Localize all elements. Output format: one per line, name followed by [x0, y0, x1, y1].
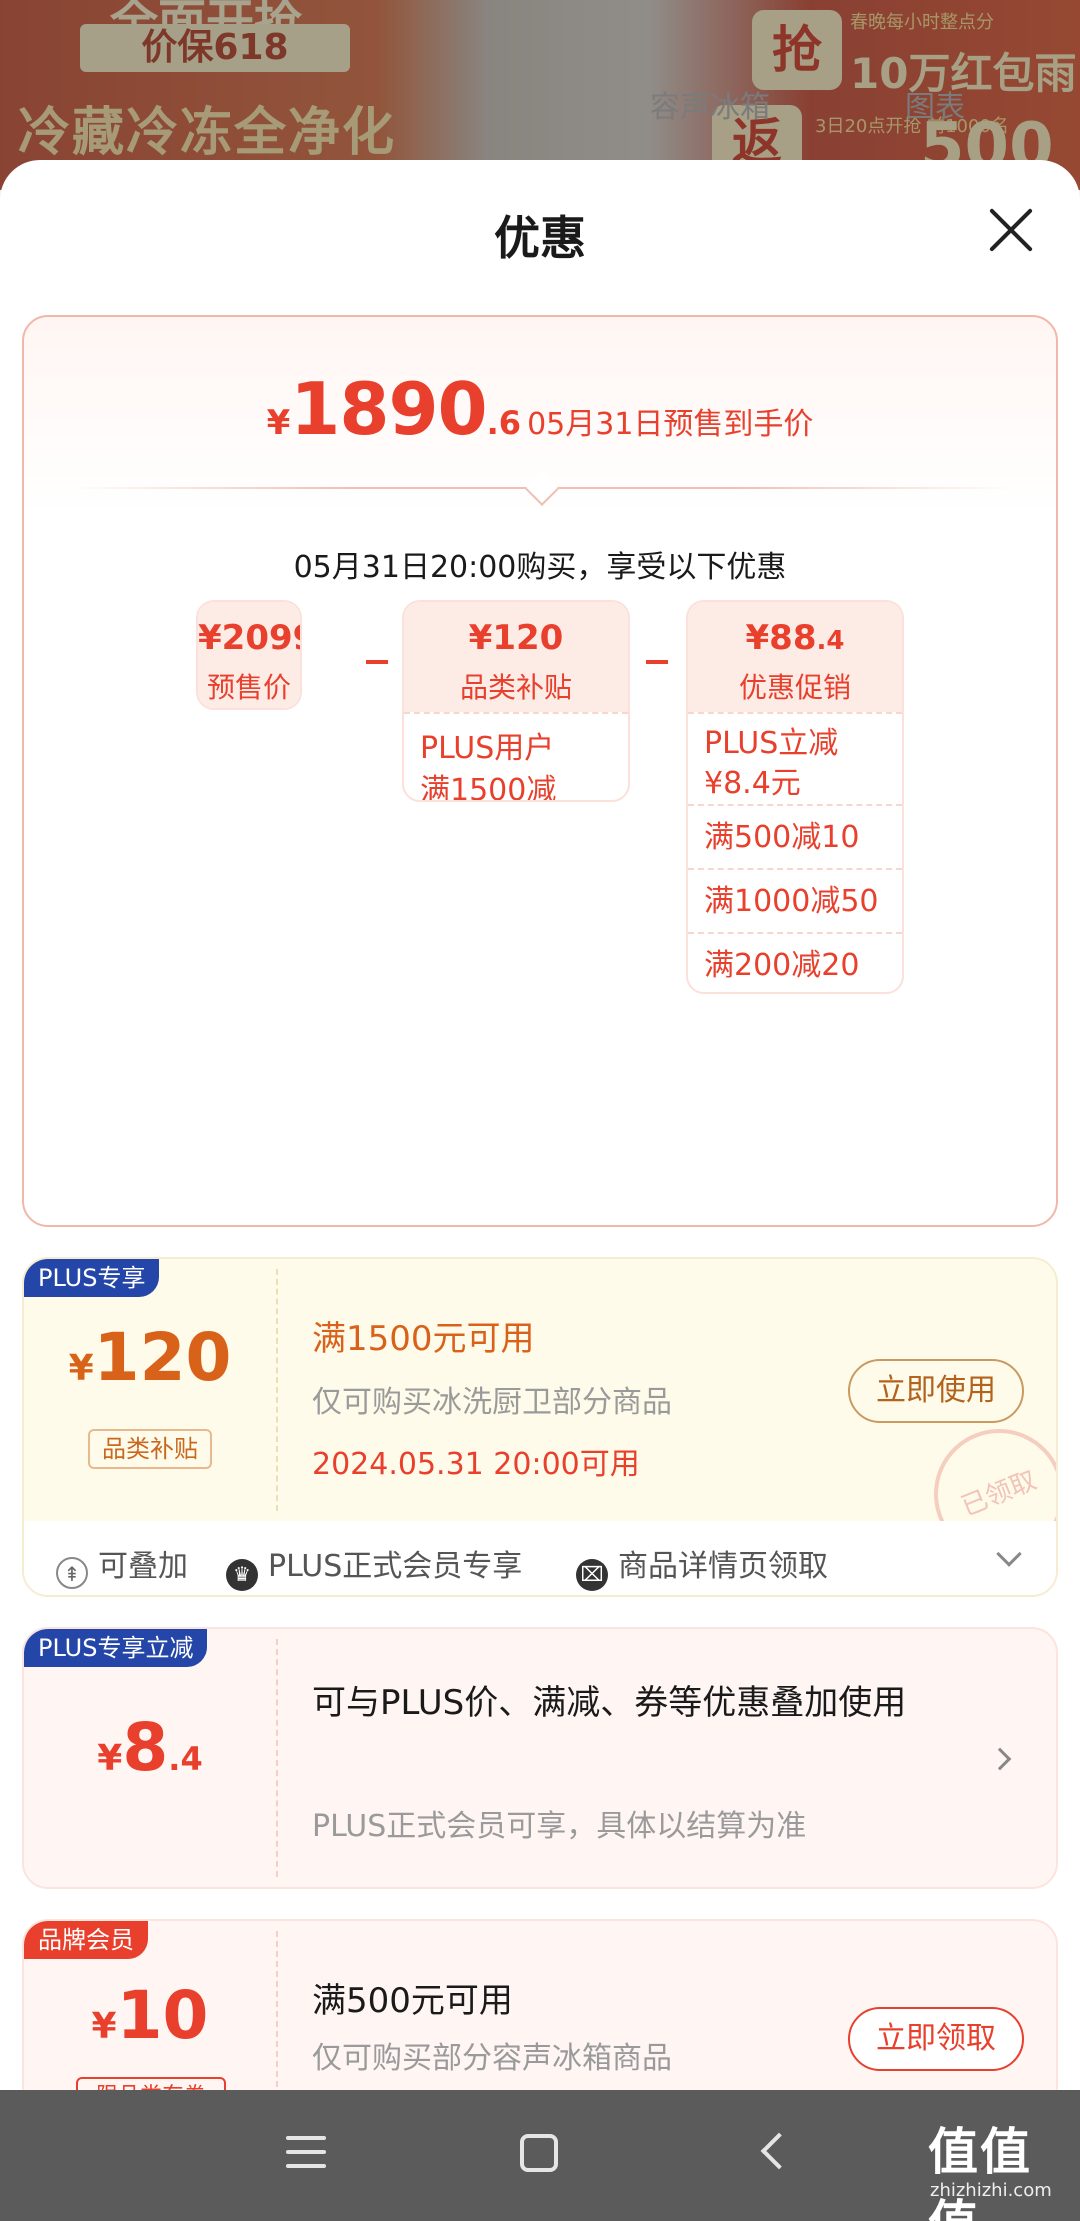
- coupon-title: 满500元可用: [312, 1981, 513, 2021]
- coupon-tag: 品牌会员: [24, 1921, 148, 1959]
- feature-label: 商品详情页领取: [618, 1549, 828, 1584]
- promotion-rule: PLUS立减 ¥8.4元: [688, 712, 902, 804]
- promotion-rule: 满1000减50: [688, 868, 902, 932]
- coupon-value: ¥120: [24, 1319, 276, 1396]
- close-icon[interactable]: [985, 205, 1035, 255]
- feature-plus-member: ♛ PLUS正式会员专享: [226, 1541, 522, 1591]
- minus-sign: [646, 660, 668, 664]
- presale-price-label: 预售价: [206, 671, 291, 704]
- feature-stackable: ⇞ 可叠加: [56, 1541, 188, 1589]
- tab-chart[interactable]: 图表: [905, 82, 965, 126]
- coupon-amount-decimal: .4: [168, 1740, 203, 1778]
- promotion-amount-int: ¥88: [745, 618, 817, 658]
- watermark-url: zhizhizhi.com: [930, 2180, 1052, 2201]
- feature-label: PLUS正式会员专享: [268, 1549, 523, 1584]
- coupon-amount: 10: [116, 1977, 209, 2054]
- category-subsidy-label: 品类补贴: [459, 671, 572, 704]
- category-subsidy-box: ¥120 品类补贴 PLUS用户 满1500减120: [402, 600, 630, 802]
- chevron-down-icon[interactable]: [996, 1541, 1022, 1567]
- presale-price-amount: ¥2099: [198, 618, 300, 658]
- presale-price-box: ¥2099 预售价: [196, 600, 302, 710]
- coupon-separator: [276, 1639, 278, 1877]
- coupon-title: 可与PLUS价、满减、券等优惠叠加使用: [312, 1683, 907, 1723]
- final-price: ¥1890.6 05月31日预售到手价: [24, 367, 1056, 451]
- coupon-currency: ¥: [68, 1348, 94, 1389]
- tab-brand[interactable]: 容声冰箱: [650, 82, 770, 126]
- sheet-title: 优惠: [494, 211, 586, 265]
- system-nav-bar: 值值值 zhizhizhi.com: [0, 2090, 1080, 2221]
- coupon-card-brand-member: 品牌会员 ¥10 限品类东券 满500元可用 仅可购买部分容声冰箱商品 立即领取: [22, 1919, 1058, 2090]
- watermark-logo: 值值值: [928, 2123, 1032, 2221]
- coupon-card-plus: PLUS专享 ¥120 品类补贴 满1500元可用 仅可购买冰洗厨卫部分商品 2…: [22, 1257, 1058, 1597]
- promotion-rule: 满500减10: [688, 804, 902, 868]
- discount-sheet: 优惠 ¥1890.6 05月31日预售到手价 05月31日20:00购买，享受以下…: [0, 160, 1080, 2090]
- promotion-amount-dec: .4: [816, 626, 845, 656]
- price-integer: 1890: [290, 367, 487, 451]
- category-badge: 品类补贴: [88, 1429, 212, 1469]
- feature-detail-page: ⌧ 商品详情页领取: [576, 1541, 828, 1591]
- promotion-amount: ¥88.4: [688, 602, 902, 658]
- coupon-value: ¥8.4: [24, 1709, 276, 1786]
- coupon-separator: [276, 1931, 278, 2090]
- stack-icon: ⇞: [56, 1557, 88, 1589]
- price-description: 05月31日预售到手价: [527, 407, 814, 442]
- coupon-tag: PLUS专享立减: [24, 1629, 208, 1667]
- menu-icon[interactable]: [286, 2136, 326, 2170]
- coupon-value: ¥10: [24, 1977, 276, 2054]
- price-decimal: .6: [486, 404, 522, 442]
- coupon-card-plus-instant[interactable]: PLUS专享立减 ¥8.4 可与PLUS价、满减、券等优惠叠加使用 PLUS正式…: [22, 1627, 1058, 1889]
- divider-notch: [525, 472, 559, 506]
- back-icon[interactable]: [760, 2132, 798, 2170]
- coupon-tag: PLUS专享: [24, 1259, 160, 1297]
- coupon-title: 满1500元可用: [312, 1319, 535, 1359]
- crown-icon: ♛: [226, 1559, 258, 1591]
- ticket-icon: ⌧: [576, 1559, 608, 1591]
- feature-label: 可叠加: [98, 1549, 188, 1584]
- coupon-amount: 8: [122, 1709, 169, 1786]
- minus-sign: [366, 660, 388, 664]
- claim-now-button[interactable]: 立即领取: [848, 2007, 1024, 2071]
- coupon-currency: ¥: [97, 1738, 123, 1779]
- chevron-right-icon[interactable]: [988, 1747, 1012, 1771]
- price-currency: ¥: [266, 403, 291, 443]
- buy-note: 05月31日20:00购买，享受以下优惠: [293, 550, 787, 585]
- coupon-amount: 120: [93, 1319, 232, 1396]
- promotion-label: 优惠促销: [738, 671, 851, 704]
- coupon-limit-badge: 限品类东券: [76, 2077, 226, 2090]
- coupon-separator: [276, 1269, 278, 1511]
- promotion-box: ¥88.4 优惠促销 PLUS立减 ¥8.4元 满500减10 满1000减50…: [686, 600, 904, 994]
- home-icon[interactable]: [520, 2134, 558, 2172]
- coupon-description: PLUS正式会员可享，具体以结算为准: [312, 1809, 807, 1844]
- price-summary-card: ¥1890.6 05月31日预售到手价 05月31日20:00购买，享受以下优惠 …: [22, 315, 1058, 1227]
- category-subsidy-amount: ¥120: [468, 618, 564, 658]
- coupon-description: 仅可购买冰洗厨卫部分商品: [312, 1385, 672, 1420]
- coupon-valid-time: 2024.05.31 20:00可用: [312, 1447, 640, 1482]
- category-subsidy-rule: PLUS用户 满1500减120: [404, 712, 628, 800]
- promotion-rule: 满200减20: [688, 932, 902, 992]
- coupon-features: ⇞ 可叠加 ♛ PLUS正式会员专享 ⌧ 商品详情页领取: [24, 1521, 1056, 1595]
- coupon-currency: ¥: [91, 2006, 117, 2047]
- use-now-button[interactable]: 立即使用: [848, 1359, 1024, 1423]
- coupon-description: 仅可购买部分容声冰箱商品: [312, 2041, 672, 2076]
